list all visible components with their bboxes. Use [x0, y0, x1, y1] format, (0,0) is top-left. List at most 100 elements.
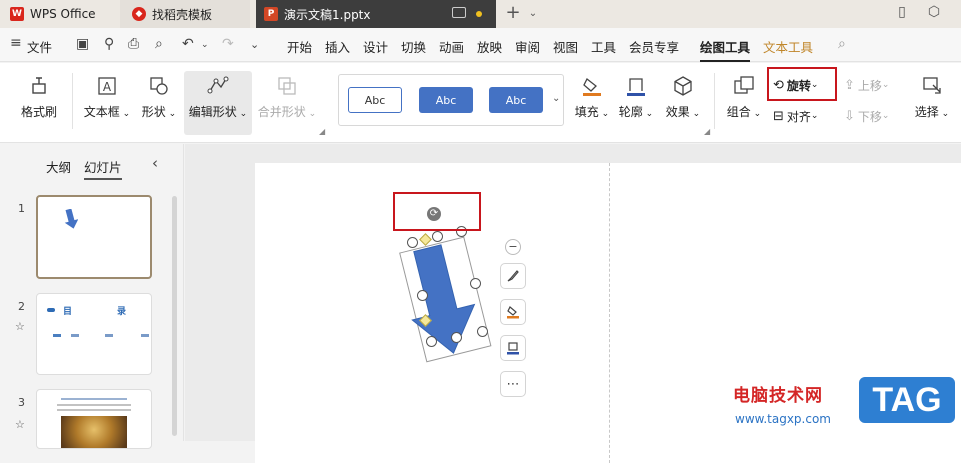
shape-style-2[interactable]: Abc: [419, 87, 473, 113]
menu-home[interactable]: 开始: [287, 37, 312, 56]
search-icon[interactable]: ⌕: [838, 36, 846, 52]
shape-style-3[interactable]: Abc: [489, 87, 543, 113]
arrow-thumbnail-icon: [64, 209, 78, 229]
select-icon: [923, 77, 941, 94]
tab-slides[interactable]: 幻灯片: [84, 157, 122, 180]
cube-icon[interactable]: ⬡: [924, 4, 944, 24]
unsaved-dot-icon: [476, 11, 482, 17]
slide-thumbnail-3[interactable]: [36, 389, 152, 449]
tab-wps-office[interactable]: W WPS Office: [0, 0, 118, 28]
svg-text:A: A: [103, 80, 112, 94]
print-icon[interactable]: ⎙: [128, 36, 139, 52]
resize-handle[interactable]: [426, 336, 437, 347]
slide-thumbnail-1[interactable]: [36, 195, 152, 279]
send-backward-button[interactable]: ⇩ 下移 ⌄: [844, 106, 904, 126]
menu-tools[interactable]: 工具: [591, 37, 616, 56]
slide-number: 1: [18, 202, 25, 215]
menu-insert[interactable]: 插入: [325, 37, 350, 56]
shape-button[interactable]: 形状 ⌄: [138, 75, 180, 120]
resize-handle[interactable]: [417, 290, 428, 301]
fill-button[interactable]: 填充 ⌄: [572, 75, 612, 120]
resize-handle[interactable]: [470, 278, 481, 289]
outline-icon[interactable]: [500, 335, 526, 361]
shape-style-1[interactable]: Abc: [348, 87, 402, 113]
arrow-body: [411, 244, 476, 354]
undo-dropdown-icon[interactable]: ⌄: [201, 40, 209, 50]
merge-shape-label: 合并形状: [257, 105, 306, 119]
merge-shape-icon: [278, 77, 296, 95]
menu-drawing-tools[interactable]: 绘图工具: [700, 37, 751, 62]
group-icon: [734, 76, 754, 94]
new-tab-icon[interactable]: +: [503, 2, 523, 23]
tab-template[interactable]: ◆ 找稻壳模板: [120, 0, 250, 28]
menu-text-tools[interactable]: 文本工具: [763, 37, 813, 56]
chevron-down-icon[interactable]: ⌄: [523, 8, 543, 28]
thumb-image: [61, 416, 127, 448]
menu-bar: ≡ 文件 ▣ ⚲ ⎙ ⌕ ↶ ⌄ ↷ ⌄ 开始 插入 设计 切换 动画 放映 审…: [0, 28, 961, 62]
title-tab-bar: W WPS Office ◆ 找稻壳模板 P 演示文稿1.pptx + ⌄ ▯ …: [0, 0, 961, 28]
docer-logo-icon: ◆: [132, 7, 146, 21]
menu-view[interactable]: 视图: [553, 37, 578, 56]
outline-label: 轮廓: [618, 105, 643, 119]
fill-label: 填充: [574, 105, 599, 119]
menu-transition[interactable]: 切换: [401, 37, 426, 56]
panel-scrollbar[interactable]: [172, 196, 177, 436]
star-icon[interactable]: ☆: [15, 320, 25, 333]
resize-handle[interactable]: [432, 231, 443, 242]
align-icon: ⊟: [773, 108, 784, 124]
edit-shape-button[interactable]: 编辑形状 ⌄: [184, 71, 252, 135]
collapse-panel-icon[interactable]: ‹: [152, 154, 158, 172]
hamburger-menu-icon[interactable]: ≡: [10, 35, 22, 51]
resize-handle[interactable]: [407, 237, 418, 248]
menu-slideshow[interactable]: 放映: [477, 37, 502, 56]
select-button[interactable]: 选择 ⌄: [910, 75, 954, 120]
watermark-logo: TAG: [859, 377, 955, 423]
format-painter-button[interactable]: 格式刷: [14, 75, 64, 120]
share-icon[interactable]: ⚲: [104, 36, 114, 52]
resize-handle[interactable]: [451, 332, 462, 343]
bring-forward-button[interactable]: ⇪ 上移 ⌄: [844, 75, 904, 95]
star-icon[interactable]: ☆: [15, 418, 25, 431]
resize-handle[interactable]: [477, 326, 488, 337]
collapse-toolbar-icon[interactable]: −: [505, 239, 521, 255]
present-icon[interactable]: [452, 7, 466, 18]
send-backward-label: 下移: [857, 109, 882, 124]
slide-number: 2: [18, 300, 25, 313]
fill-bucket-icon[interactable]: [500, 299, 526, 325]
menu-file[interactable]: 文件: [27, 37, 52, 56]
tab-document[interactable]: P 演示文稿1.pptx: [256, 0, 496, 28]
save-icon[interactable]: ▣: [76, 36, 89, 52]
outline-button[interactable]: 轮廓 ⌄: [616, 75, 656, 120]
slide-canvas[interactable]: ⟳ − ⋯: [185, 144, 961, 463]
thumb-text-line: [57, 409, 131, 411]
tab-outline[interactable]: 大纲: [46, 157, 71, 176]
group-label: 组合: [726, 105, 751, 119]
textbox-button[interactable]: A 文本框 ⌄: [82, 75, 132, 120]
menu-design[interactable]: 设计: [363, 37, 388, 56]
merge-shape-button[interactable]: 合并形状 ⌄: [256, 75, 318, 120]
dialog-launcher-icon[interactable]: ◢: [704, 127, 710, 136]
slides-panel: 大纲 幻灯片 ‹ 1 2 ☆ 目 录 3 ☆: [0, 144, 184, 449]
gallery-expand-icon[interactable]: ⌄: [552, 93, 560, 104]
more-dropdown-icon[interactable]: ⌄: [250, 38, 259, 51]
slide[interactable]: ⟳ − ⋯: [255, 163, 961, 463]
effect-button[interactable]: 效果 ⌄: [662, 75, 704, 120]
menu-review[interactable]: 审阅: [515, 37, 540, 56]
group-button[interactable]: 组合 ⌄: [724, 75, 764, 120]
more-options-icon[interactable]: ⋯: [500, 371, 526, 397]
layout-icon[interactable]: ▯: [892, 4, 912, 24]
menu-animation[interactable]: 动画: [439, 37, 464, 56]
slide-thumbnail-2[interactable]: 目 录: [36, 293, 152, 375]
dialog-launcher-icon[interactable]: ◢: [319, 127, 325, 136]
edit-points-icon: [207, 76, 229, 94]
undo-icon[interactable]: ↶: [182, 36, 194, 52]
tab-wps-label: WPS Office: [30, 7, 96, 21]
preview-icon[interactable]: ⌕: [155, 36, 163, 52]
redo-icon[interactable]: ↷: [222, 36, 234, 52]
edit-shape-label: 编辑形状: [188, 105, 237, 119]
menu-member[interactable]: 会员专享: [629, 37, 679, 56]
select-label: 选择: [914, 105, 939, 119]
thumb-text-line: [61, 398, 127, 400]
align-button[interactable]: ⊟ 对齐 ⌄: [773, 106, 833, 126]
brush-icon[interactable]: [500, 263, 526, 289]
